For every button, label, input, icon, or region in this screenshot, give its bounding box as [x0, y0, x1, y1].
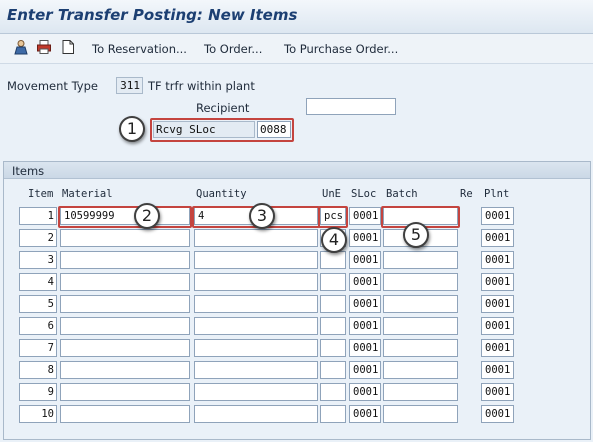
items-group-header	[4, 162, 590, 179]
material-input[interactable]	[60, 229, 190, 247]
material-input[interactable]	[60, 383, 190, 401]
sloc-input[interactable]: 0001	[349, 295, 381, 313]
column-header-une: UnE	[322, 188, 341, 200]
item-number: 9	[47, 386, 54, 398]
callout-5: 5	[403, 222, 429, 248]
batch-input[interactable]	[383, 273, 458, 291]
item-number: 2	[47, 232, 54, 244]
sloc-input[interactable]: 0001	[349, 339, 381, 357]
person-icon[interactable]	[13, 39, 29, 55]
item-number: 1	[47, 210, 54, 222]
sloc-input[interactable]: 0001	[349, 361, 381, 379]
to-order-button[interactable]: To Order...	[204, 42, 262, 56]
column-header-re: Re	[460, 188, 473, 200]
recipient-label: Recipient	[196, 101, 250, 115]
material-input[interactable]	[60, 361, 190, 379]
item-number: 4	[47, 276, 54, 288]
quantity-input[interactable]	[194, 251, 318, 269]
movement-type-description: TF trfr within plant	[148, 79, 255, 93]
material-input[interactable]	[60, 339, 190, 357]
unit-input[interactable]	[320, 383, 346, 401]
quantity-input[interactable]	[194, 295, 318, 313]
batch-input[interactable]	[383, 339, 458, 357]
recipient-input[interactable]	[306, 98, 396, 115]
plant-input[interactable]: 0001	[481, 207, 514, 225]
batch-input[interactable]	[383, 405, 458, 423]
quantity-input[interactable]	[194, 229, 318, 247]
plant-input[interactable]: 0001	[481, 339, 514, 357]
sloc-input[interactable]: 0001	[349, 229, 381, 247]
callout-4: 4	[321, 227, 347, 253]
annotation-box-une	[318, 206, 348, 228]
batch-input[interactable]	[383, 361, 458, 379]
callout-2: 2	[134, 203, 160, 229]
material-input[interactable]	[60, 251, 190, 269]
batch-input[interactable]	[383, 383, 458, 401]
document-icon[interactable]	[60, 39, 76, 55]
unit-input[interactable]	[320, 251, 346, 269]
item-number: 10	[41, 408, 54, 420]
item-number: 3	[47, 254, 54, 266]
quantity-input[interactable]	[194, 273, 318, 291]
quantity-input[interactable]	[194, 383, 318, 401]
movement-type-field: 311	[116, 77, 143, 94]
sloc-input[interactable]: 0001	[349, 251, 381, 269]
batch-input[interactable]	[383, 295, 458, 313]
unit-input[interactable]	[320, 405, 346, 423]
rcvg-sloc-input[interactable]: 0088	[257, 121, 291, 138]
material-input[interactable]	[60, 317, 190, 335]
material-input[interactable]	[60, 295, 190, 313]
sloc-input[interactable]: 0001	[349, 405, 381, 423]
callout-3: 3	[249, 203, 275, 229]
page-title: Enter Transfer Posting: New Items	[7, 6, 298, 24]
rcvg-sloc-label: Rcvg SLoc	[153, 121, 255, 138]
unit-input[interactable]	[320, 317, 346, 335]
movement-type-label: Movement Type	[7, 79, 98, 93]
item-number: 5	[47, 298, 54, 310]
plant-input[interactable]: 0001	[481, 361, 514, 379]
items-title: Items	[12, 164, 45, 178]
sloc-input[interactable]: 0001	[349, 383, 381, 401]
column-header-batch: Batch	[386, 188, 418, 200]
quantity-input[interactable]	[194, 361, 318, 379]
column-header-material: Material	[62, 188, 113, 200]
material-input[interactable]	[60, 273, 190, 291]
batch-input[interactable]	[383, 251, 458, 269]
unit-input[interactable]	[320, 339, 346, 357]
unit-input[interactable]	[320, 295, 346, 313]
annotation-box-material	[58, 206, 192, 228]
plant-input[interactable]: 0001	[481, 229, 514, 247]
quantity-input[interactable]	[194, 317, 318, 335]
quantity-input[interactable]	[194, 339, 318, 357]
column-header-item: Item	[28, 188, 54, 200]
item-number: 7	[47, 342, 54, 354]
to-reservation-button[interactable]: To Reservation...	[92, 42, 187, 56]
sloc-input[interactable]: 0001	[349, 317, 381, 335]
printer-icon[interactable]	[36, 39, 52, 55]
column-header-sloc: SLoc	[351, 188, 377, 200]
unit-input[interactable]	[320, 361, 346, 379]
plant-input[interactable]: 0001	[481, 295, 514, 313]
sloc-input[interactable]: 0001	[349, 273, 381, 291]
item-number: 6	[47, 320, 54, 332]
material-input[interactable]	[60, 405, 190, 423]
quantity-input[interactable]	[194, 405, 318, 423]
column-header-quantity: Quantity	[196, 188, 247, 200]
plant-input[interactable]: 0001	[481, 273, 514, 291]
plant-input[interactable]: 0001	[481, 317, 514, 335]
sloc-input[interactable]: 0001	[349, 207, 381, 225]
callout-1: 1	[119, 116, 145, 142]
unit-input[interactable]	[320, 273, 346, 291]
plant-input[interactable]: 0001	[481, 251, 514, 269]
plant-input[interactable]: 0001	[481, 405, 514, 423]
item-number: 8	[47, 364, 54, 376]
column-header-plnt: Plnt	[484, 188, 510, 200]
to-purchase-order-button[interactable]: To Purchase Order...	[284, 42, 398, 56]
plant-input[interactable]: 0001	[481, 383, 514, 401]
batch-input[interactable]	[383, 317, 458, 335]
